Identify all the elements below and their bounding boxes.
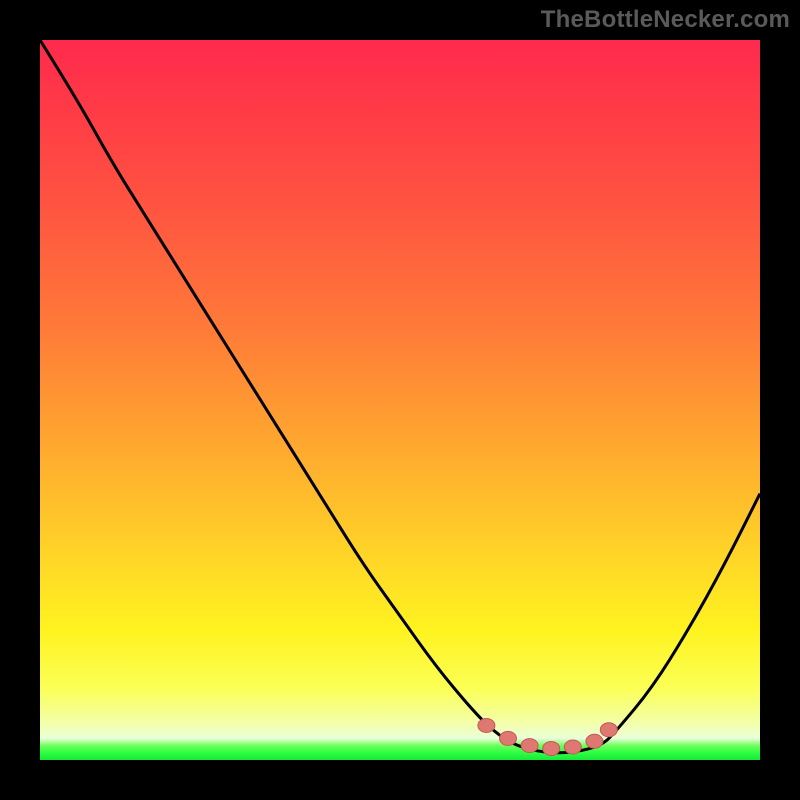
optimal-range-markers [478,718,617,755]
marker-dot [543,741,560,755]
marker-dot [478,718,495,732]
chart-frame: TheBottleNecker.com [0,0,800,800]
marker-dot [586,734,603,748]
watermark-text: TheBottleNecker.com [541,6,790,34]
plot-area [40,40,760,760]
curve-layer [40,40,760,760]
bottleneck-curve-path [40,40,760,753]
marker-dot [500,731,517,745]
marker-dot [521,739,538,753]
marker-dot [564,740,581,754]
marker-dot [600,723,617,737]
